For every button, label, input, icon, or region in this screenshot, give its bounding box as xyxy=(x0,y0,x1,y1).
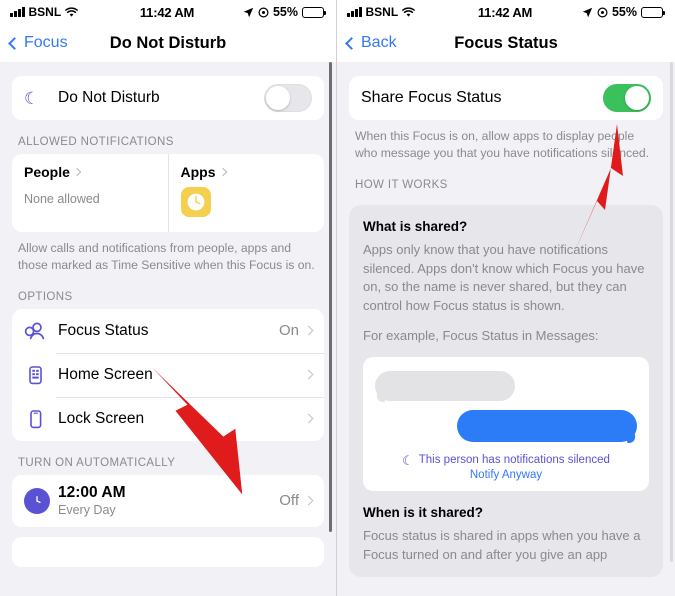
back-button-focus[interactable]: Focus xyxy=(8,34,68,52)
battery-icon xyxy=(302,6,327,18)
schedule-repeat: Every Day xyxy=(58,503,116,518)
share-focus-status-row[interactable]: Share Focus Status xyxy=(349,76,663,120)
what-is-shared-paragraph: Apps only know that you have notificatio… xyxy=(363,241,645,314)
do-not-disturb-label: Do Not Disturb xyxy=(58,89,160,106)
options-card: Focus Status On Home Screen Lock Screen xyxy=(12,308,324,441)
status-bar-right-group: 55% xyxy=(532,5,666,19)
notifications-silenced-notice: ☾ This person has notifications silenced xyxy=(375,454,637,467)
share-focus-status-card: Share Focus Status xyxy=(349,76,663,120)
status-bar-left: BSNL 11:42 AM 55% xyxy=(0,0,336,24)
signal-strength-icon xyxy=(347,7,362,17)
allowed-notifications-header: ALLOWED NOTIFICATIONS xyxy=(18,136,174,148)
messages-preview: ☾ This person has notifications silenced… xyxy=(363,356,649,491)
focus-status-value: On xyxy=(278,322,299,340)
status-bar-left-group: BSNL xyxy=(347,5,478,19)
scrollbar-left[interactable] xyxy=(329,62,332,532)
schedule-row[interactable]: 12:00 AM Every Day Off xyxy=(12,474,324,527)
left-phone-screen: BSNL 11:42 AM 55% Focus Do Not Disturb ☾… xyxy=(0,0,337,596)
allowed-notifications-card: People None allowed Apps xyxy=(12,154,324,232)
when-is-it-shared-heading: When is it shared? xyxy=(363,504,484,520)
schedule-card: 12:00 AM Every Day Off xyxy=(12,474,324,527)
carrier-label: BSNL xyxy=(28,5,62,19)
dual-screenshot-stage: BSNL 11:42 AM 55% Focus Do Not Disturb ☾… xyxy=(0,0,675,596)
location-arrow-icon xyxy=(582,7,593,17)
back-button[interactable]: Back xyxy=(345,34,397,52)
navigation-bar-right: Back Focus Status xyxy=(337,24,675,62)
incoming-message-bubble xyxy=(375,370,515,401)
people-subtitle: None allowed xyxy=(24,192,100,206)
navigation-bar-left: Focus Do Not Disturb xyxy=(0,24,336,62)
focus-status-icon xyxy=(24,321,50,341)
moon-icon: ☾ xyxy=(402,452,414,468)
status-bar-right: BSNL 11:42 AM 55% xyxy=(337,0,675,24)
focus-indicator-icon xyxy=(597,6,608,18)
moon-icon: ☾ xyxy=(24,88,40,108)
left-scroll-body: ☾ Do Not Disturb ALLOWED NOTIFICATIONS P… xyxy=(0,62,336,596)
right-scroll-body: Share Focus Status When this Focus is on… xyxy=(337,62,675,596)
schedule-value: Off xyxy=(279,492,299,510)
chevron-right-icon xyxy=(303,369,314,380)
status-bar-left-group: BSNL xyxy=(10,5,140,19)
partial-card-below xyxy=(12,536,324,567)
wifi-icon xyxy=(402,6,416,17)
option-row-focus-status[interactable]: Focus Status On xyxy=(12,308,324,353)
battery-percent-label: 55% xyxy=(272,5,298,19)
lock-screen-label: Lock Screen xyxy=(58,409,145,427)
do-not-disturb-toggle[interactable] xyxy=(264,84,312,112)
options-header: OPTIONS xyxy=(18,290,73,303)
carrier-label: BSNL xyxy=(365,5,399,19)
what-is-shared-card: What is shared? Apps only know that you … xyxy=(349,204,663,577)
apps-title-row: Apps xyxy=(181,164,313,180)
chevron-left-icon xyxy=(8,36,21,50)
lock-screen-icon xyxy=(24,409,50,429)
share-focus-status-footnote: When this Focus is on, allow apps to dis… xyxy=(355,129,650,161)
do-not-disturb-row[interactable]: ☾ Do Not Disturb xyxy=(12,76,324,120)
battery-percent-label: 55% xyxy=(611,5,637,19)
people-label: People xyxy=(24,164,70,180)
chevron-right-icon xyxy=(72,167,82,177)
share-focus-status-label: Share Focus Status xyxy=(361,89,502,106)
option-row-home-screen[interactable]: Home Screen xyxy=(12,352,324,397)
share-focus-status-toggle[interactable] xyxy=(603,84,651,112)
apps-label: Apps xyxy=(180,164,216,180)
scrollbar-right[interactable] xyxy=(670,62,673,562)
back-button-label: Focus xyxy=(24,34,68,51)
chevron-right-icon xyxy=(303,495,314,506)
do-not-disturb-card: ☾ Do Not Disturb xyxy=(12,76,324,120)
signal-strength-icon xyxy=(10,7,25,17)
battery-icon xyxy=(641,6,666,18)
turn-on-automatically-header: TURN ON AUTOMATICALLY xyxy=(18,456,176,469)
outgoing-message-bubble xyxy=(457,409,637,442)
clock-app-icon[interactable] xyxy=(180,187,211,217)
chevron-left-icon xyxy=(345,36,358,50)
clock-label: 11:42 AM xyxy=(139,4,195,20)
apps-column[interactable]: Apps xyxy=(167,154,325,232)
notifications-silenced-text: This person has notifications silenced xyxy=(418,454,610,467)
when-is-it-shared-paragraph: Focus status is shared in apps when you … xyxy=(363,527,641,562)
focus-status-label: Focus Status xyxy=(58,321,149,339)
back-button-label: Back xyxy=(361,34,397,51)
home-screen-label: Home Screen xyxy=(58,365,153,383)
clock-label: 11:42 AM xyxy=(477,4,533,20)
clock-icon xyxy=(24,487,50,514)
right-phone-screen: BSNL 11:42 AM 55% Back Focus Status Shar… xyxy=(337,0,675,596)
schedule-time: 12:00 AM xyxy=(58,484,126,502)
status-bar-right-group: 55% xyxy=(194,5,327,19)
people-title-row: People xyxy=(24,164,156,180)
wifi-icon xyxy=(65,6,79,17)
location-arrow-icon xyxy=(243,7,254,17)
chevron-right-icon xyxy=(303,325,314,336)
notify-anyway-link[interactable]: Notify Anyway xyxy=(375,469,637,481)
what-is-shared-example-label: For example, Focus Status in Messages: xyxy=(363,328,599,344)
allowed-notifications-footnote: Allow calls and notifications from peopl… xyxy=(18,241,315,273)
chevron-right-icon xyxy=(218,167,227,177)
chevron-right-icon xyxy=(303,413,314,424)
schedule-text-group: 12:00 AM Every Day xyxy=(58,484,279,517)
how-it-works-header: HOW IT WORKS xyxy=(355,178,448,191)
people-column[interactable]: People None allowed xyxy=(12,154,168,232)
what-is-shared-heading: What is shared? xyxy=(363,218,468,234)
option-row-lock-screen[interactable]: Lock Screen xyxy=(12,396,324,441)
focus-indicator-icon xyxy=(258,6,269,18)
home-screen-icon xyxy=(24,365,50,385)
